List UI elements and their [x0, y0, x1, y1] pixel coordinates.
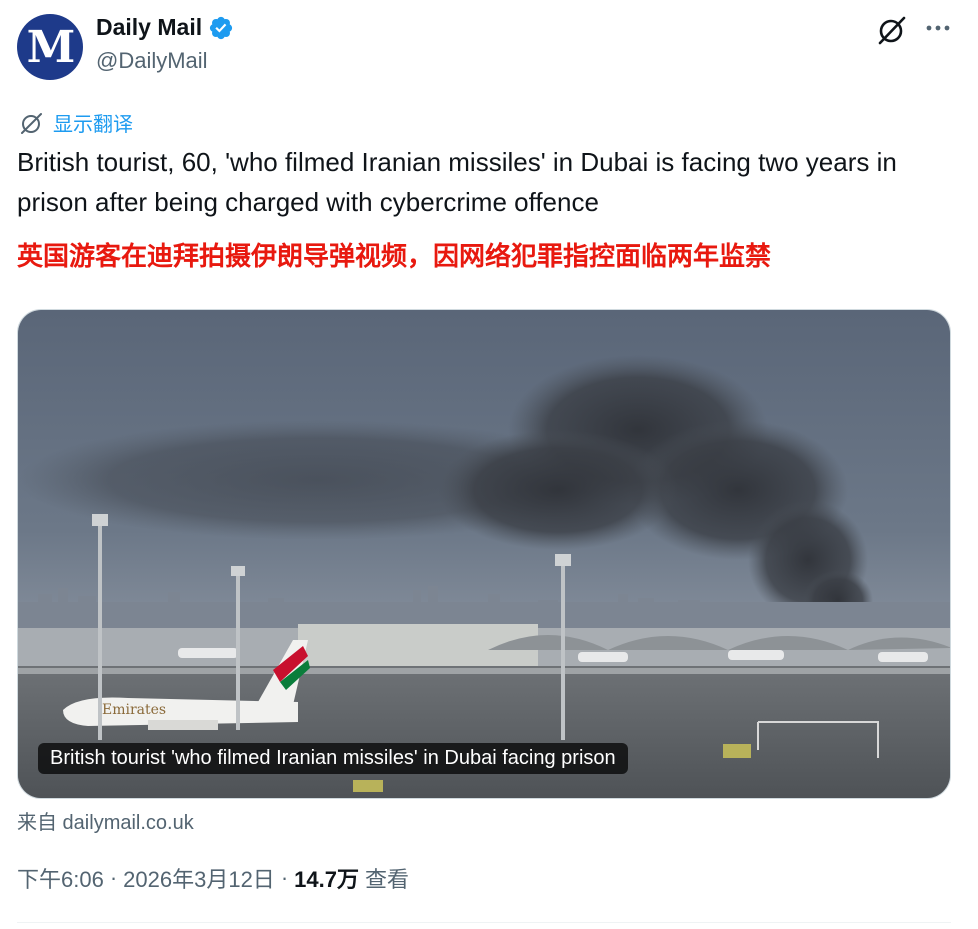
airport-smoke-photo: Emirates — [18, 310, 950, 798]
tweet-meta: 下午6:06 · 2026年3月12日 · 14.7万 查看 — [17, 862, 409, 894]
meta-separator: · — [109, 865, 118, 890]
translate-icon — [21, 112, 42, 134]
meta-separator-2: · — [280, 865, 289, 890]
translate-button[interactable]: 显示翻译 — [19, 108, 133, 137]
tweet-translation: 英国游客在迪拜拍摄伊朗导弹视频，因网络犯罪指控面临两年监禁 — [17, 241, 772, 271]
media-card[interactable]: Emirates British tourist 'who filmed Ira… — [17, 309, 951, 799]
more-dots-icon — [926, 25, 950, 31]
plane-livery-text: Emirates — [102, 702, 166, 718]
media-caption: British tourist 'who filmed Iranian miss… — [38, 743, 628, 774]
divider — [17, 922, 951, 923]
tweet: M Daily Mail @DailyMail 显示翻译 British tou… — [0, 0, 978, 929]
author-name-row: Daily Mail — [96, 14, 234, 41]
more-icon[interactable] — [922, 12, 954, 44]
avatar[interactable]: M — [17, 14, 83, 80]
author-handle[interactable]: @DailyMail — [96, 48, 208, 74]
tweet-text: British tourist, 60, 'who filmed Iranian… — [17, 147, 897, 217]
verified-badge-icon — [210, 16, 233, 39]
grok-icon[interactable] — [876, 14, 908, 46]
tweet-time[interactable]: 下午6:06 — [17, 862, 104, 894]
translate-label: 显示翻译 — [53, 114, 133, 136]
views-label: 查看 — [364, 867, 409, 892]
source-link[interactable]: 来自 dailymail.co.uk — [17, 806, 194, 835]
author-display-name[interactable]: Daily Mail — [96, 14, 202, 41]
views-count: 14.7万 — [294, 867, 359, 892]
tweet-date[interactable]: 2026年3月12日 — [123, 862, 275, 894]
